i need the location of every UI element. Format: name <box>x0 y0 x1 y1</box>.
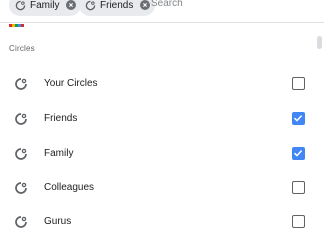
circle-icon <box>15 0 26 11</box>
chip-friends[interactable]: Friends <box>79 0 156 16</box>
list-item-gurus[interactable]: Gurus <box>0 205 316 239</box>
checkbox[interactable] <box>292 147 305 160</box>
list-item-your-circles[interactable]: Your Circles <box>0 67 316 101</box>
check-icon <box>293 150 303 157</box>
circle-icon <box>14 112 28 126</box>
circle-icon <box>14 181 28 195</box>
circles-list-panel: Circles Your Circles Friends Family Coll… <box>0 24 324 243</box>
checkbox[interactable] <box>292 215 305 228</box>
chip-family[interactable]: Family <box>9 0 82 16</box>
checkbox[interactable] <box>292 181 305 194</box>
circle-icon <box>14 77 28 91</box>
check-icon <box>293 115 303 122</box>
circle-icon <box>85 0 96 11</box>
scrollbar-track[interactable] <box>316 24 324 243</box>
list-item-colleagues[interactable]: Colleagues <box>0 171 316 205</box>
section-title: Circles <box>9 44 35 53</box>
checkbox[interactable] <box>292 112 305 125</box>
circle-icon <box>14 215 28 229</box>
chip-label: Family <box>30 0 60 11</box>
list-item-label: Friends <box>44 113 78 124</box>
scrollbar-thumb[interactable] <box>317 36 322 49</box>
partial-avatar-strip <box>9 24 24 27</box>
list-item-label: Gurus <box>44 216 72 227</box>
list-item-family[interactable]: Family <box>0 137 316 171</box>
list-item-friends[interactable]: Friends <box>0 102 316 136</box>
list-item-label: Colleagues <box>44 182 95 193</box>
chip-label: Friends <box>100 0 134 11</box>
list-item-label: Your Circles <box>44 78 98 89</box>
list-item-label: Family <box>44 148 74 159</box>
recipient-chip-bar: Family Friends Search <box>0 0 324 23</box>
checkbox[interactable] <box>292 77 305 90</box>
close-icon[interactable] <box>66 0 77 10</box>
search-input[interactable]: Search <box>151 0 183 9</box>
circle-icon <box>14 147 28 161</box>
close-icon[interactable] <box>140 0 151 10</box>
